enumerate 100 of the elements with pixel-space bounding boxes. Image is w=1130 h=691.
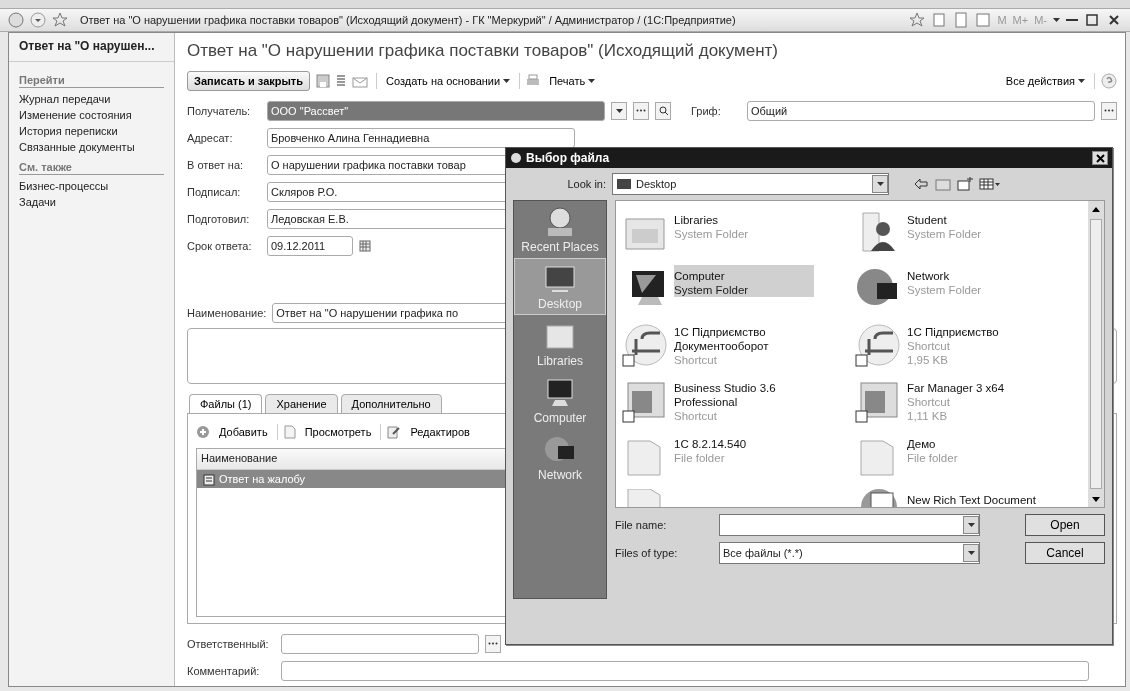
section-title: См. также [19, 161, 164, 175]
scrollbar[interactable] [1088, 201, 1104, 507]
field-label: Files of type: [615, 547, 679, 559]
help-icon [1101, 73, 1117, 89]
field-label: Подготовил: [187, 212, 251, 225]
field-label: Подписал: [187, 185, 242, 198]
ellipsis-icon [636, 109, 646, 112]
dropdown-circle-icon [30, 12, 46, 28]
field-label: Срок ответа: [187, 239, 253, 252]
file-name-field[interactable] [719, 514, 980, 536]
plus-circle-icon [196, 425, 210, 439]
look-in-dropdown[interactable]: Desktop [612, 173, 889, 195]
file-item[interactable]: New Rich Text Document [907, 489, 1047, 507]
file-item[interactable]: Student System Folder [907, 209, 1047, 241]
file-item[interactable]: 1С Підприємство Документооборот Shortcut [674, 321, 814, 367]
document-icon [283, 425, 296, 439]
window-title: Ответ на "О нарушении графика поставки товаров" (Исходящий документ) - ГК "Меркурий" / Администратор / (1С:Предприятие) [80, 14, 737, 26]
file-icon [203, 472, 215, 486]
sidebar-heading: Ответ на "О нарушен... [9, 39, 174, 62]
cancel-button[interactable]: Cancel [1025, 542, 1105, 564]
input-field[interactable] [281, 660, 1089, 681]
caret-icon [1053, 18, 1060, 22]
view-menu-icon [979, 177, 1001, 191]
ellipsis-icon [488, 642, 498, 645]
field-label: Ответственный: [187, 637, 270, 650]
ellipsis-button[interactable] [633, 101, 649, 120]
caret-icon [1078, 79, 1085, 83]
star-icon [909, 12, 926, 28]
toolbar-button[interactable]: Редактиров [407, 424, 473, 440]
printer-icon [526, 74, 541, 88]
new-folder-icon [957, 176, 973, 192]
file-item[interactable]: Business Studio 3.6 Professional Shortcut [674, 377, 814, 423]
desktop-icon [616, 178, 632, 190]
file-name: Ответ на жалобу [219, 473, 306, 485]
dropdown-button[interactable] [963, 516, 979, 534]
input-field[interactable]: ООО "Рассвет" [267, 100, 605, 121]
logo-icon [510, 152, 522, 164]
field-label: Получатель: [187, 104, 252, 117]
minimize-icon [1066, 19, 1078, 21]
dropdown-button[interactable] [963, 544, 979, 562]
caret-icon [503, 79, 511, 83]
sidebar-link[interactable]: История переписки [19, 123, 164, 139]
file-type-dropdown[interactable]: Все файлы (*.*) [719, 542, 980, 564]
close-icon [1095, 153, 1105, 163]
input-field[interactable]: 09.12.2011 [267, 235, 353, 256]
caret-icon [615, 108, 623, 113]
save-icon [316, 74, 331, 88]
sidebar-link[interactable]: Задачи [19, 194, 164, 210]
sidebar-link[interactable]: Изменение состояния [19, 107, 164, 123]
print-button[interactable]: Печать [546, 73, 599, 89]
sidebar-link[interactable]: Бизнес-процессы [19, 178, 164, 194]
field-label: File name: [615, 519, 668, 531]
search-icon [658, 106, 668, 115]
caret-icon [967, 551, 975, 555]
caret-icon [967, 523, 975, 527]
ellipsis-button[interactable] [485, 634, 501, 653]
input-field[interactable] [281, 633, 479, 654]
input-field[interactable]: Общий [747, 100, 1095, 121]
logo-icon [8, 12, 24, 28]
tab[interactable]: Хранение [265, 394, 338, 414]
logo-icon [855, 321, 901, 367]
field-label: В ответ на: [187, 158, 245, 171]
toolbar-button[interactable]: Просмотреть [301, 424, 375, 440]
file-item[interactable]: Far Manager 3 x64 Shortcut 1,11 KB [907, 377, 1047, 423]
save-close-button[interactable]: Записать и закрыть [187, 71, 311, 91]
input-field[interactable]: Бровченко Алина Геннадиевна [267, 127, 575, 148]
create-based-on-button[interactable]: Создать на основании [383, 73, 514, 89]
edit-document-icon [387, 425, 402, 439]
file-item[interactable]: Network System Folder [907, 265, 1047, 297]
open-button[interactable]: Open [1025, 514, 1105, 536]
all-actions-button[interactable]: Все действия [1002, 73, 1088, 89]
maximize-icon [1084, 12, 1100, 28]
field-label: Адресат: [187, 131, 234, 144]
field-label: Гриф: [691, 104, 722, 117]
file-item[interactable]: Libraries System Folder [674, 209, 814, 241]
field-label: Наименование: [187, 306, 267, 319]
toolbar-button[interactable]: Добавить [216, 424, 271, 440]
file-item[interactable]: 1С Підприємство Shortcut 1,95 KB [907, 321, 1047, 367]
ellipsis-icon [1104, 109, 1114, 112]
sidebar-link[interactable]: Связанные документы [19, 139, 164, 155]
close-button[interactable] [1092, 151, 1108, 165]
dropdown-button[interactable] [872, 175, 888, 193]
search-button[interactable] [655, 101, 671, 120]
star-icon [52, 12, 68, 28]
section-title: Перейти [19, 74, 164, 88]
file-item[interactable]: Computer System Folder [674, 265, 814, 297]
envelope-icon [352, 74, 371, 88]
logo-icon [622, 321, 668, 367]
monitor-icon [544, 376, 576, 409]
tab[interactable]: Дополнительно [340, 394, 442, 414]
dropdown-button[interactable] [611, 101, 627, 120]
form-title: Ответ на "О нарушении графика поставки товаров" (Исходящий документ) [187, 41, 779, 61]
ellipsis-button[interactable] [1101, 101, 1117, 120]
caret-icon [588, 79, 596, 83]
list-icon [336, 74, 347, 88]
tab[interactable]: Файлы (1) [189, 394, 263, 414]
sidebar-link[interactable]: Журнал передачи [19, 91, 164, 107]
back-arrow-icon [913, 176, 929, 192]
field-label: Комментарий: [187, 664, 261, 677]
caret-icon [876, 182, 884, 186]
